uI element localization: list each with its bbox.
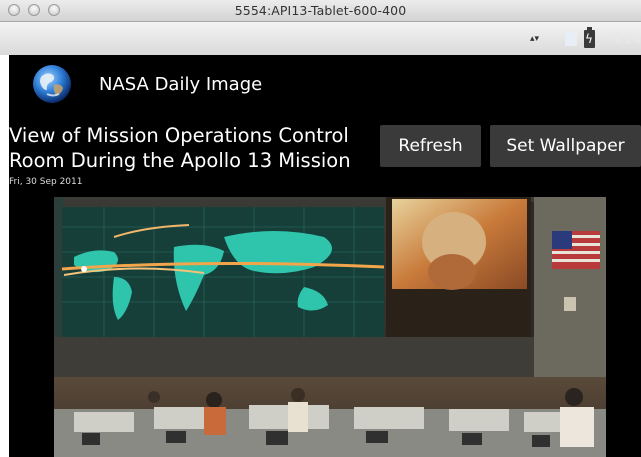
status-spacer	[565, 32, 577, 46]
image-title: View of Mission Operations Control Room …	[9, 124, 351, 172]
window-title: 5554:API13-Tablet-600-400	[234, 3, 407, 18]
refresh-button[interactable]: Refresh	[380, 125, 481, 167]
signal-icon: ▴▾	[530, 34, 540, 44]
battery-charging-icon: ϟ	[584, 27, 595, 48]
status-clock: 4:24	[612, 32, 641, 47]
daily-image	[54, 197, 606, 457]
app-title: NASA Daily Image	[99, 74, 263, 95]
app-screen: NASA Daily Image View of Mission Operati…	[9, 55, 641, 457]
image-date: Fri, 30 Sep 2011	[9, 177, 83, 187]
status-bar: ▴▾ ϟ 4:24	[0, 22, 641, 55]
window-titlebar: 5554:API13-Tablet-600-400	[0, 0, 641, 22]
nasa-earth-logo	[27, 59, 77, 109]
set-wallpaper-button[interactable]: Set Wallpaper	[490, 125, 641, 167]
